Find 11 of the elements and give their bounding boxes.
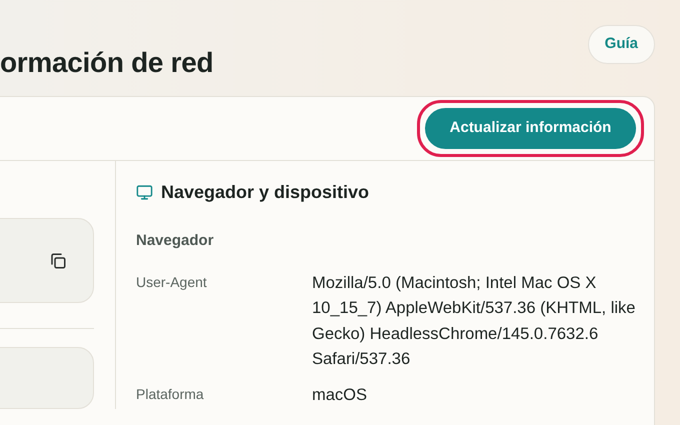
refresh-button[interactable]: Actualizar información	[425, 108, 636, 149]
field-label: User-Agent	[136, 272, 208, 292]
field-label: Plataforma	[136, 384, 205, 404]
field-value: Mozilla/5.0 (Macintosh; Intel Mac OS X 10_15_7) AppleWebKit/537.36 (KHTML, like Gecko) HeadlessChrome/145.0.7632.6 Safari/537.36	[312, 272, 636, 370]
guide-button[interactable]: Guía	[588, 25, 655, 64]
monitor-icon	[136, 184, 153, 201]
section-title: Navegador y dispositivo	[161, 181, 370, 204]
copy-icon[interactable]	[49, 252, 67, 270]
field-value: macOS	[312, 384, 368, 406]
page-title: ormación de red	[0, 46, 214, 80]
group-heading: Navegador	[136, 231, 215, 251]
